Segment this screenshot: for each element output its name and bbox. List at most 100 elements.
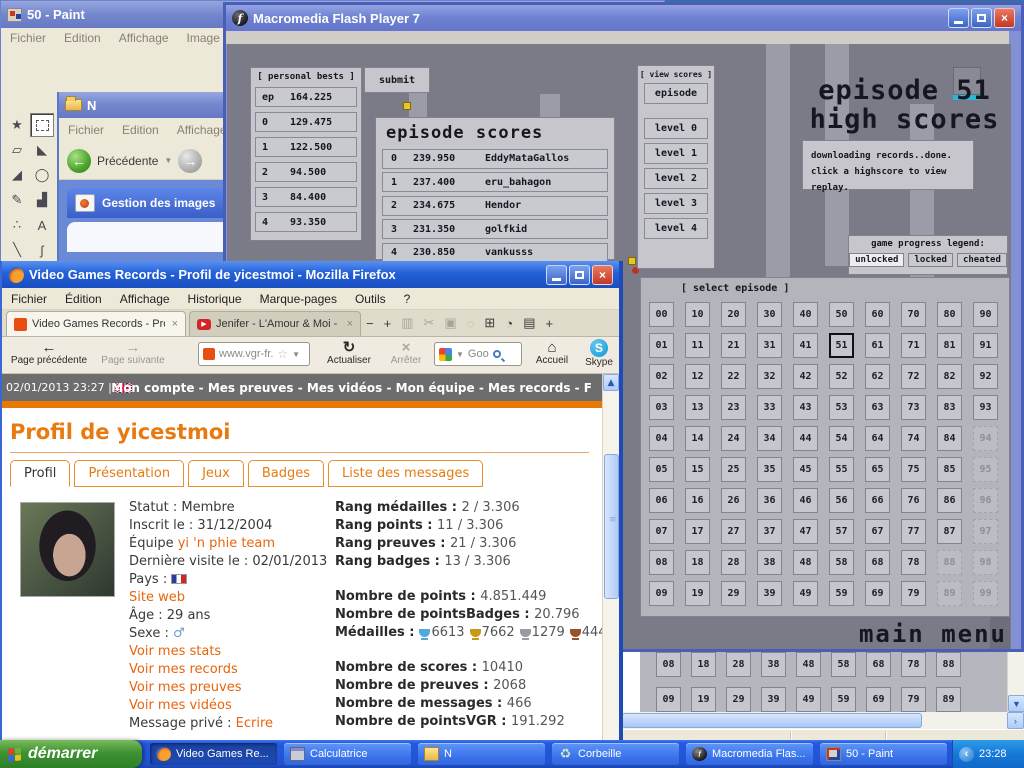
episode-cell-42[interactable]: 42: [793, 364, 818, 389]
episode-cell-80[interactable]: 80: [937, 302, 962, 327]
episode-cell-77[interactable]: 77: [901, 519, 926, 544]
paint-menu-image[interactable]: Image: [178, 29, 229, 47]
forward-button[interactable]: →: [178, 148, 203, 173]
episode-score-row[interactable]: 4 230.850 vankusss: [382, 242, 608, 263]
profile-link[interactable]: Voir mes vidéos: [129, 698, 232, 713]
episode-cell-78[interactable]: 78: [901, 550, 926, 575]
bg-episode-cell-18[interactable]: 18: [691, 652, 716, 677]
episode-cell-63[interactable]: 63: [865, 395, 890, 420]
episode-cell-62[interactable]: 62: [865, 364, 890, 389]
profile-tab-badges[interactable]: Badges: [247, 460, 325, 487]
tool-fill-icon[interactable]: ◣: [30, 138, 54, 162]
hscroll-thumb[interactable]: [622, 713, 922, 728]
profile-tab-jeux[interactable]: Jeux: [188, 460, 244, 487]
episode-cell-61[interactable]: 61: [865, 333, 890, 358]
episode-cell-95[interactable]: 95: [973, 457, 998, 482]
legend-cheated[interactable]: cheated: [956, 253, 1007, 267]
print-icon[interactable]: ▤: [523, 315, 535, 331]
episode-cell-26[interactable]: 26: [721, 488, 746, 513]
episode-cell-17[interactable]: 17: [685, 519, 710, 544]
paint-menu-affichage[interactable]: Affichage: [110, 29, 178, 47]
back-button[interactable]: ← Page précédente: [6, 340, 92, 366]
bg-episode-cell-08[interactable]: 08: [656, 652, 681, 677]
episode-cell-43[interactable]: 43: [793, 395, 818, 420]
episode-cell-52[interactable]: 52: [829, 364, 854, 389]
episode-cell-40[interactable]: 40: [793, 302, 818, 327]
tool-brush-icon[interactable]: ▟: [30, 188, 54, 212]
view-scores-level-0[interactable]: level 0: [644, 118, 708, 139]
episode-cell-93[interactable]: 93: [973, 395, 998, 420]
firefox-menu-historique[interactable]: Historique: [179, 290, 251, 308]
bg-episode-cell-78[interactable]: 78: [901, 652, 926, 677]
url-bar[interactable]: www.vgr-fr. ☆ ▼: [198, 342, 310, 366]
search-icon[interactable]: [492, 350, 501, 358]
topbar-links[interactable]: Mon compte - Mes preuves - Mes vidéos - …: [111, 381, 592, 395]
close-button[interactable]: ×: [592, 264, 613, 285]
episode-cell-41[interactable]: 41: [793, 333, 818, 358]
minimize-button[interactable]: [546, 264, 567, 285]
episode-cell-88[interactable]: 88: [937, 550, 962, 575]
view-scores-level-2[interactable]: level 2: [644, 168, 708, 189]
tray-expand-icon[interactable]: ‹: [959, 746, 974, 762]
legend-locked[interactable]: locked: [908, 253, 953, 267]
bg-episode-cell-09[interactable]: 09: [656, 687, 681, 712]
episode-cell-60[interactable]: 60: [865, 302, 890, 327]
episode-cell-49[interactable]: 49: [793, 581, 818, 606]
maximize-button[interactable]: [569, 264, 590, 285]
tab-vgr-profile[interactable]: Video Games Records - Profi... ×: [6, 311, 186, 336]
episode-cell-07[interactable]: 07: [649, 519, 674, 544]
firefox-titlebar[interactable]: Video Games Records - Profil de yicestmo…: [2, 261, 619, 288]
bg-episode-cell-69[interactable]: 69: [866, 687, 891, 712]
loading-icon[interactable]: ◌: [467, 316, 475, 331]
episode-cell-02[interactable]: 02: [649, 364, 674, 389]
episode-cell-15[interactable]: 15: [685, 457, 710, 482]
view-scores-episode[interactable]: episode: [644, 83, 708, 104]
episode-cell-94[interactable]: 94: [973, 426, 998, 451]
back-dropdown-icon[interactable]: ▼: [164, 156, 172, 165]
tool-free-select-icon[interactable]: ★: [5, 113, 29, 137]
vertical-scrollbar[interactable]: ▼: [1007, 646, 1024, 712]
episode-cell-47[interactable]: 47: [793, 519, 818, 544]
episode-cell-72[interactable]: 72: [901, 364, 926, 389]
episode-cell-90[interactable]: 90: [973, 302, 998, 327]
bg-episode-cell-79[interactable]: 79: [901, 687, 926, 712]
paint-menu-fichier[interactable]: Fichier: [1, 29, 55, 47]
url-dropdown-icon[interactable]: ▼: [292, 350, 300, 359]
episode-cell-64[interactable]: 64: [865, 426, 890, 451]
episode-cell-46[interactable]: 46: [793, 488, 818, 513]
episode-cell-11[interactable]: 11: [685, 333, 710, 358]
episode-cell-20[interactable]: 20: [721, 302, 746, 327]
back-label[interactable]: Précédente: [97, 154, 158, 168]
taskbar-button-paint[interactable]: 50 - Paint: [820, 743, 947, 765]
episode-cell-33[interactable]: 33: [757, 395, 782, 420]
episode-cell-10[interactable]: 10: [685, 302, 710, 327]
taskbar-button-firefox[interactable]: Video Games Re...: [150, 743, 277, 765]
bg-episode-cell-89[interactable]: 89: [936, 687, 961, 712]
profile-link[interactable]: Voir mes stats: [129, 644, 221, 659]
maximize-button[interactable]: [971, 8, 992, 28]
episode-cell-04[interactable]: 04: [649, 426, 674, 451]
minimize-button[interactable]: [948, 8, 969, 28]
episode-cell-23[interactable]: 23: [721, 395, 746, 420]
profile-tab-liste-des-messages[interactable]: Liste des messages: [328, 460, 484, 487]
episode-cell-58[interactable]: 58: [829, 550, 854, 575]
firefox-menu-affichage[interactable]: Affichage: [111, 290, 179, 308]
episode-cell-27[interactable]: 27: [721, 519, 746, 544]
firefox-menu--dition[interactable]: Édition: [56, 290, 111, 308]
episode-cell-91[interactable]: 91: [973, 333, 998, 358]
firefox-menu-marque-pages[interactable]: Marque-pages: [251, 290, 346, 308]
tab-youtube[interactable]: ▶ Jenifer - L'Amour & Moi - Yo... ×: [189, 311, 361, 336]
tool-line-icon[interactable]: ╲: [5, 238, 29, 262]
episode-cell-56[interactable]: 56: [829, 488, 854, 513]
personal-best-row[interactable]: 4 93.350: [255, 212, 357, 232]
taskbar-button-calculator[interactable]: Calculatrice: [284, 743, 411, 765]
bg-episode-cell-19[interactable]: 19: [691, 687, 716, 712]
forward-button[interactable]: → Page suivante: [94, 340, 172, 366]
taskbar-button-folder[interactable]: N: [418, 743, 545, 765]
profile-link[interactable]: yi 'n phie team: [178, 536, 275, 551]
episode-cell-99[interactable]: 99: [973, 581, 998, 606]
plus-icon[interactable]: +: [384, 316, 392, 331]
bg-episode-cell-59[interactable]: 59: [831, 687, 856, 712]
episode-cell-65[interactable]: 65: [865, 457, 890, 482]
episode-cell-03[interactable]: 03: [649, 395, 674, 420]
